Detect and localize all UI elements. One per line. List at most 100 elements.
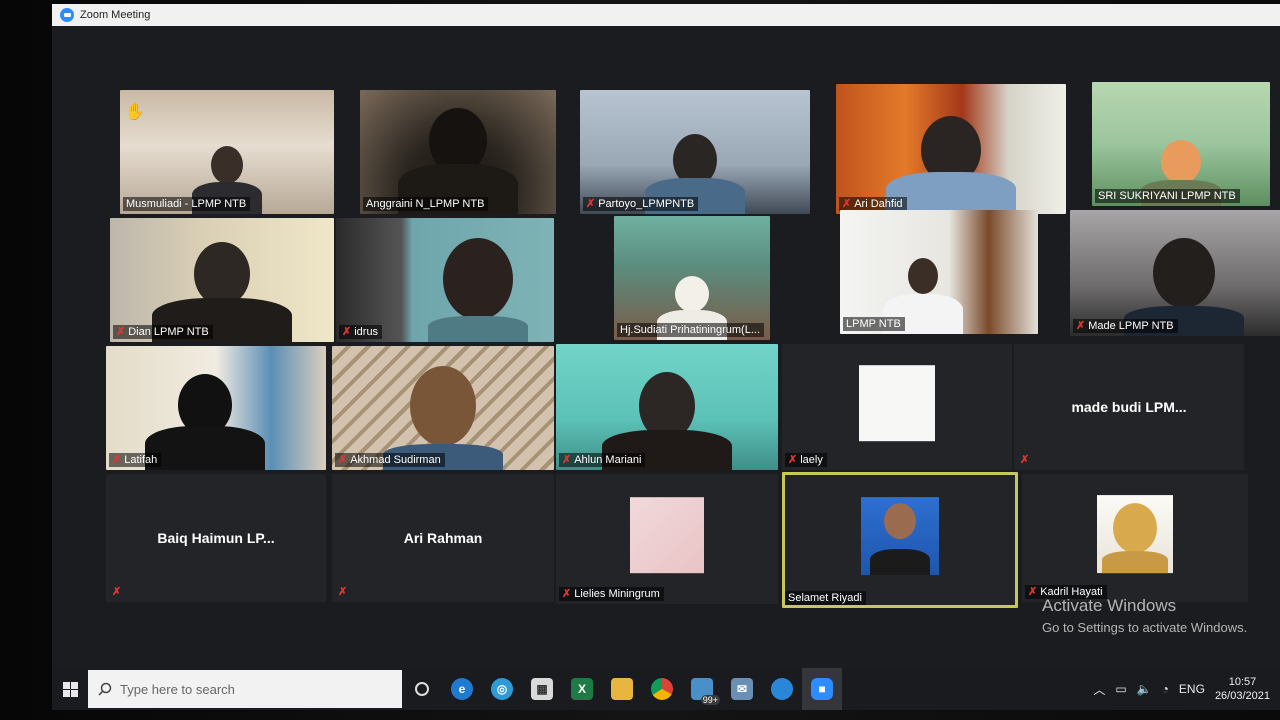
- participant-name-label: ✗ Latifah: [109, 453, 162, 467]
- edge-icon: e: [451, 678, 473, 700]
- input-language[interactable]: ENG: [1179, 682, 1205, 696]
- profile-picture: [1097, 495, 1173, 574]
- mic-muted-icon: ✗: [842, 197, 852, 210]
- participant-name-label: ✗: [335, 586, 351, 599]
- participant-tile[interactable]: ✗ Made LPMP NTB: [1070, 210, 1280, 336]
- system-tray: ︿ ▭ 🔈 ◔ ENG 10:57 26/03/2021: [1093, 675, 1280, 703]
- participant-name-label: Anggraini N_LPMP NTB: [363, 197, 489, 211]
- zoom-camera-icon: ■: [811, 678, 833, 700]
- task-view-icon: [415, 682, 429, 696]
- participant-name-label: ✗ idrus: [339, 325, 383, 339]
- participant-tile[interactable]: Hj.Sudiati Prihatiningrum(L...: [614, 216, 770, 340]
- taskbar: Type here to search e ◎ ▦ X 99+ ✉ ■ ︿ ▭ …: [52, 668, 1280, 710]
- participant-tile[interactable]: Baiq Haimun LP... ✗: [106, 474, 326, 602]
- participant-tile[interactable]: ✗ Latifah: [106, 346, 326, 470]
- excel-app-button[interactable]: X: [562, 668, 602, 710]
- globe-icon: [771, 678, 793, 700]
- participant-name-label: ✗: [1017, 454, 1033, 467]
- mic-muted-icon: ✗: [1020, 454, 1030, 466]
- participant-video: [580, 90, 810, 214]
- participant-video: [556, 344, 778, 470]
- mic-muted-icon: ✗: [1076, 319, 1086, 332]
- sky-app-button[interactable]: [762, 668, 802, 710]
- notifications-app-button[interactable]: 99+: [682, 668, 722, 710]
- participant-video: [120, 90, 334, 214]
- participant-tile[interactable]: ✗ Partoyo_LPMPNTB: [580, 90, 810, 214]
- participant-name-label: ✗ Lielies Miningrum: [559, 587, 664, 601]
- taskbar-search[interactable]: Type here to search: [88, 670, 402, 708]
- participant-tile[interactable]: made budi LPM... ✗: [1014, 344, 1244, 470]
- mic-muted-icon: ✗: [112, 453, 122, 466]
- volume-icon[interactable]: 🔈: [1137, 682, 1152, 696]
- chevron-up-icon[interactable]: ︿: [1093, 681, 1105, 698]
- participant-name-label: ✗ Ahlun Mariani: [559, 453, 646, 467]
- participant-name-label: Selamet Riyadi: [785, 591, 866, 605]
- notification-badge: 99+: [700, 695, 720, 705]
- participant-tile[interactable]: ✗ Ari Dahfid: [836, 84, 1066, 214]
- store-app-button[interactable]: ▦: [522, 668, 562, 710]
- title-bar[interactable]: Zoom Meeting: [52, 4, 1280, 26]
- profile-picture: [859, 365, 935, 442]
- profile-picture: [630, 497, 704, 574]
- chrome-app-button[interactable]: ◎: [482, 668, 522, 710]
- activate-windows-watermark: Activate Windows Go to Settings to activ…: [1042, 596, 1247, 635]
- clock-time: 10:57: [1228, 676, 1257, 688]
- participant-tile[interactable]: SRI SUKRIYANI LPMP NTB: [1092, 82, 1270, 206]
- clock[interactable]: 10:57 26/03/2021: [1215, 675, 1270, 703]
- screen: Zoom Meeting ✋ Musmuliadi - LPMP NTB Ang…: [52, 4, 1280, 710]
- mic-muted-icon: ✗: [788, 453, 798, 466]
- mail-icon: ✉: [731, 678, 753, 700]
- store-bag-icon: ▦: [531, 678, 553, 700]
- mic-muted-icon: ✗: [562, 587, 572, 600]
- folder-icon: [611, 678, 633, 700]
- participant-tile[interactable]: ✗ Ahlun Mariani: [556, 344, 778, 470]
- participant-name-center: Ari Rahman: [403, 530, 483, 546]
- participant-tile[interactable]: ✗ Dian LPMP NTB: [110, 218, 334, 342]
- participant-name-label: ✗ Akhmad Sudirman: [335, 453, 445, 467]
- participant-video: [614, 216, 770, 340]
- excel-icon: X: [571, 678, 593, 700]
- start-button[interactable]: [52, 668, 88, 710]
- search-placeholder: Type here to search: [120, 681, 235, 697]
- participant-tile[interactable]: ✋ Musmuliadi - LPMP NTB: [120, 90, 334, 214]
- battery-icon[interactable]: ▭: [1115, 682, 1126, 696]
- search-icon: [98, 682, 112, 696]
- mic-muted-icon: ✗: [1028, 585, 1038, 598]
- profile-picture: [861, 497, 939, 576]
- participant-video: [836, 84, 1066, 214]
- participant-video: [336, 218, 554, 342]
- participant-video: [1092, 82, 1270, 206]
- participant-video: [106, 346, 326, 470]
- clock-date: 26/03/2021: [1214, 690, 1270, 702]
- activate-windows-subtitle: Go to Settings to activate Windows.: [1042, 620, 1248, 635]
- participant-video: [1070, 210, 1280, 336]
- participant-tile[interactable]: LPMP NTB: [840, 210, 1038, 334]
- participant-video: [840, 210, 1038, 334]
- participant-tile[interactable]: ✗ idrus: [336, 218, 554, 342]
- participant-tile[interactable]: ✗ Akhmad Sudirman: [332, 346, 554, 470]
- participant-tile[interactable]: ✗ Kadril Hayati: [1022, 474, 1248, 602]
- participant-tile[interactable]: Anggraini N_LPMP NTB: [360, 90, 556, 214]
- participant-name-label: Musmuliadi - LPMP NTB: [123, 197, 251, 211]
- mail-app-button[interactable]: ✉: [722, 668, 762, 710]
- zoom-app-button[interactable]: ■: [802, 668, 842, 710]
- task-view-button[interactable]: [402, 668, 442, 710]
- participant-name-label: ✗ Partoyo_LPMPNTB: [583, 197, 699, 211]
- wifi-icon[interactable]: ◔: [1162, 682, 1169, 696]
- participant-name-center: made budi LPM...: [1071, 399, 1187, 415]
- participant-name-label: Hj.Sudiati Prihatiningrum(L...: [617, 323, 765, 337]
- mic-muted-icon: ✗: [112, 586, 122, 598]
- participant-tile[interactable]: Ari Rahman ✗: [332, 474, 554, 602]
- edge-app-button[interactable]: e: [442, 668, 482, 710]
- participant-tile[interactable]: ✗ laely: [782, 344, 1012, 470]
- participant-video: [360, 90, 556, 214]
- mic-muted-icon: ✗: [338, 586, 348, 598]
- video-grid: ✋ Musmuliadi - LPMP NTB Anggraini N_LPMP…: [106, 82, 1280, 612]
- file-explorer-button[interactable]: [602, 668, 642, 710]
- participant-tile-active-speaker[interactable]: Selamet Riyadi: [782, 472, 1018, 608]
- mic-muted-icon: ✗: [586, 197, 596, 210]
- google-chrome-button[interactable]: [642, 668, 682, 710]
- participant-tile[interactable]: ✗ Lielies Miningrum: [556, 474, 778, 604]
- participant-name-label: LPMP NTB: [843, 317, 905, 331]
- chrome-icon: [651, 678, 673, 700]
